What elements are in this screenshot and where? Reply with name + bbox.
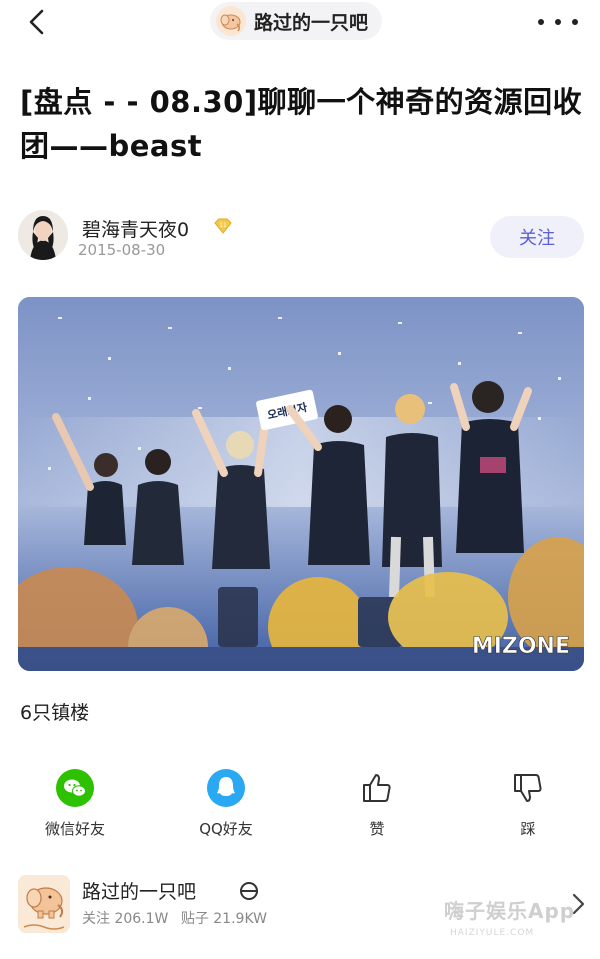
site-watermark: 嗨子娱乐App <box>444 899 576 923</box>
share-qq-label: QQ好友 <box>199 820 253 838</box>
level-badge-text: 11 <box>219 222 227 229</box>
post-caption: 6只镇楼 <box>20 702 90 724</box>
dislike-button[interactable]: 踩 <box>468 768 588 839</box>
dot-icon <box>572 19 578 25</box>
elephant-logo-icon <box>216 6 246 36</box>
qq-icon <box>206 768 246 808</box>
thumbs-up-icon <box>357 768 397 808</box>
dot-icon <box>538 19 544 25</box>
follow-button[interactable]: 关注 <box>490 216 584 258</box>
photo-watermark: MIZONE <box>472 634 570 659</box>
site-watermark-sub: HAIZIYULE.COM <box>450 928 535 938</box>
more-options-button[interactable] <box>538 10 578 34</box>
share-qq-button[interactable]: QQ好友 <box>166 768 286 839</box>
author-name[interactable]: 碧海青天夜0 <box>82 215 189 242</box>
author-avatar[interactable] <box>18 210 68 260</box>
header-title: 路过的一只吧 <box>254 11 369 34</box>
post-title: [盘点 - - 08.30]聊聊一个神奇的资源回收团——beast <box>20 85 583 163</box>
forum-badge-icon <box>240 882 258 900</box>
chevron-left-icon <box>29 9 44 35</box>
elephant-logo-icon <box>18 875 70 933</box>
top-bar: 路过的一只吧 <box>0 0 600 44</box>
forum-name: 路过的一只吧 <box>82 881 197 903</box>
back-button[interactable] <box>22 6 54 38</box>
forum-followers: 关注 206.1W <box>82 911 169 927</box>
forum-posts: 贴子 21.9KW <box>180 911 267 927</box>
thumbs-down-icon <box>508 768 548 808</box>
forum-pill[interactable]: 路过的一只吧 <box>210 2 383 40</box>
share-wechat-label: 微信好友 <box>44 820 105 838</box>
dislike-label: 踩 <box>520 820 536 838</box>
forum-stats: 关注 206.1W 贴子 21.9KW <box>82 908 275 928</box>
share-wechat-button[interactable]: 微信好友 <box>15 768 135 839</box>
level-badge-icon: 11 <box>214 218 232 234</box>
post-date: 2015-08-30 <box>78 241 166 259</box>
dot-icon <box>555 19 561 25</box>
like-label: 赞 <box>369 820 385 838</box>
post-photo[interactable]: 오래보자 MIZONE <box>18 297 584 671</box>
like-button[interactable]: 赞 <box>317 768 437 839</box>
wechat-icon <box>55 768 95 808</box>
share-row: 微信好友 QQ好友 赞 踩 <box>0 768 600 838</box>
author-row: 碧海青天夜0 11 2015-08-30 关注 <box>18 210 584 266</box>
